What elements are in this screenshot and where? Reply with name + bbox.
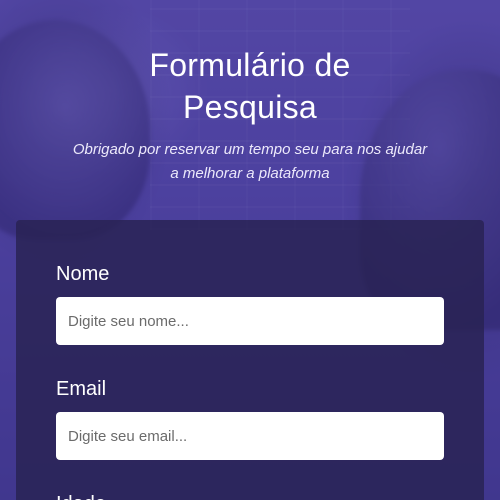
survey-form: Nome Email Idade: [16, 220, 484, 500]
age-field-label: Idade: [56, 492, 106, 500]
email-input[interactable]: [56, 412, 444, 460]
name-input[interactable]: [56, 297, 444, 345]
email-field-label: Email: [56, 378, 107, 400]
name-field-label: Nome: [56, 263, 110, 285]
page-title-text: Formulário de Pesquisa: [149, 47, 351, 125]
survey-page: Formulário de Pesquisa Obrigado por rese…: [0, 0, 500, 500]
page-title: Formulário de Pesquisa: [0, 44, 500, 128]
page-subtitle: Obrigado por reservar um tempo seu para …: [72, 141, 428, 182]
